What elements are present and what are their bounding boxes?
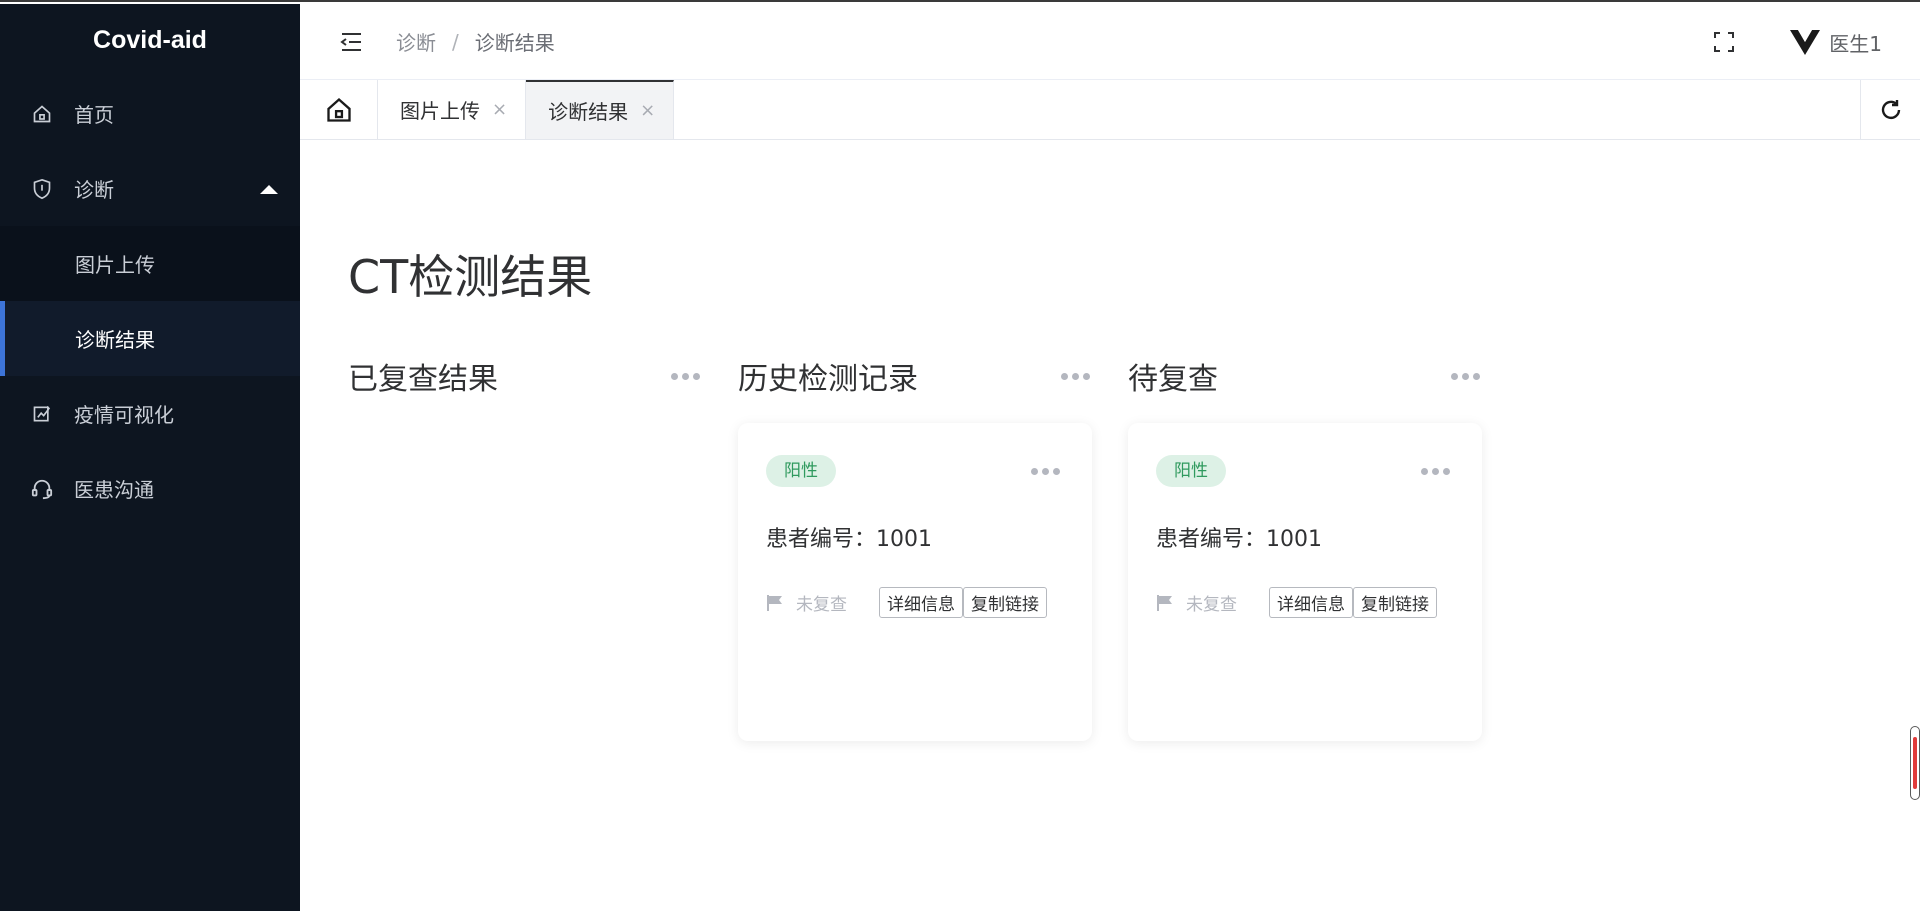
column-header: 历史检测记录	[738, 351, 1094, 401]
headset-icon	[30, 477, 54, 501]
review-status-text: 未复查	[1186, 595, 1237, 615]
status-badge: 阳性	[1156, 455, 1226, 487]
top-header: 诊断 / 诊断结果 医生1	[300, 4, 1920, 80]
main-content: CT检测结果 已复查结果 历史检测记录 阳性 患者编号：1001 未复查 详细信…	[300, 141, 1920, 911]
collapse-menu-icon[interactable]	[336, 27, 366, 57]
sidebar-subitem-label: 诊断结果	[75, 328, 155, 352]
review-status-text: 未复查	[796, 595, 847, 615]
column-reviewed: 已复查结果	[348, 351, 704, 401]
fullscreen-icon[interactable]	[1709, 27, 1739, 57]
review-status: 未复查	[1156, 588, 1237, 618]
header-actions: 医生1	[1709, 4, 1882, 80]
result-card: 阳性 患者编号：1001 未复查 详细信息 复制链接	[1128, 423, 1482, 741]
result-card: 阳性 患者编号：1001 未复查 详细信息 复制链接	[738, 423, 1092, 741]
more-icon[interactable]	[667, 367, 704, 386]
flag-icon	[1157, 594, 1172, 611]
more-icon[interactable]	[1447, 367, 1484, 386]
column-history: 历史检测记录 阳性 患者编号：1001 未复查 详细信息 复制链接	[738, 351, 1094, 741]
vue-logo-icon	[1790, 30, 1821, 55]
app-root: Covid-aid 首页 诊断 图片上传 诊断结果 疫情可视化 医患沟通 诊断 …	[0, 0, 1920, 911]
chart-edit-icon	[30, 402, 54, 426]
patient-id: 患者编号：1001	[1156, 527, 1322, 552]
detail-button[interactable]: 详细信息	[1269, 587, 1353, 618]
sidebar-item-visualization[interactable]: 疫情可视化	[0, 376, 300, 451]
breadcrumb-current: 诊断结果	[474, 31, 555, 55]
detail-button[interactable]: 详细信息	[879, 587, 963, 618]
caret-up-icon	[260, 184, 278, 194]
card-more-icon[interactable]	[1417, 462, 1454, 481]
tab-label: 诊断结果	[548, 100, 629, 124]
flag-icon	[767, 594, 782, 611]
shield-icon	[30, 177, 54, 201]
sidebar-item-label: 诊断	[74, 178, 114, 202]
column-header: 待复查	[1128, 351, 1484, 401]
review-status: 未复查	[766, 588, 847, 618]
sidebar-subitem-image-upload[interactable]: 图片上传	[0, 226, 300, 301]
page-title: CT检测结果	[348, 250, 593, 304]
tab-diagnosis-result[interactable]: 诊断结果 ×	[526, 80, 675, 139]
close-icon[interactable]: ×	[492, 99, 507, 120]
close-icon[interactable]: ×	[640, 100, 655, 121]
sidebar-item-communication[interactable]: 医患沟通	[0, 451, 300, 526]
sidebar: Covid-aid 首页 诊断 图片上传 诊断结果 疫情可视化 医患沟通	[0, 4, 300, 911]
home-icon	[30, 102, 54, 126]
card-actions: 未复查 详细信息 复制链接	[766, 587, 1064, 618]
column-pending-review: 待复查 阳性 患者编号：1001 未复查 详细信息 复制链接	[1128, 351, 1484, 741]
card-more-icon[interactable]	[1027, 462, 1064, 481]
breadcrumb-item[interactable]: 诊断	[396, 27, 436, 56]
tab-label: 图片上传	[400, 99, 480, 123]
brand-title: Covid-aid	[93, 26, 207, 54]
sidebar-item-home[interactable]: 首页	[0, 76, 300, 151]
copy-link-button[interactable]: 复制链接	[1353, 587, 1437, 618]
scrollbar-thumb[interactable]	[1910, 726, 1920, 800]
sidebar-subitem-label: 图片上传	[75, 253, 155, 277]
tabs-bar: 图片上传 × 诊断结果 ×	[300, 80, 1920, 140]
sidebar-item-diagnosis[interactable]: 诊断	[0, 151, 300, 226]
column-title: 历史检测记录	[738, 362, 918, 397]
card-actions: 未复查 详细信息 复制链接	[1156, 587, 1454, 618]
copy-link-button[interactable]: 复制链接	[963, 587, 1047, 618]
breadcrumb: 诊断 / 诊断结果	[396, 27, 555, 56]
sidebar-item-label: 疫情可视化	[74, 403, 174, 427]
tab-image-upload[interactable]: 图片上传 ×	[378, 80, 527, 139]
home-icon	[326, 97, 351, 122]
more-icon[interactable]	[1057, 367, 1094, 386]
user-menu[interactable]: 医生1	[1789, 27, 1882, 57]
breadcrumb-separator: /	[452, 29, 459, 54]
tab-home[interactable]	[300, 80, 378, 139]
sidebar-item-label: 首页	[74, 103, 114, 127]
patient-id: 患者编号：1001	[766, 527, 932, 552]
sidebar-item-label: 医患沟通	[74, 478, 154, 502]
refresh-icon[interactable]	[1860, 80, 1920, 139]
status-badge: 阳性	[766, 455, 836, 487]
column-title: 待复查	[1128, 362, 1218, 397]
column-header: 已复查结果	[348, 351, 704, 401]
sidebar-subitem-diagnosis-result[interactable]: 诊断结果	[0, 301, 300, 376]
user-name: 医生1	[1829, 31, 1882, 56]
column-title: 已复查结果	[348, 362, 498, 397]
